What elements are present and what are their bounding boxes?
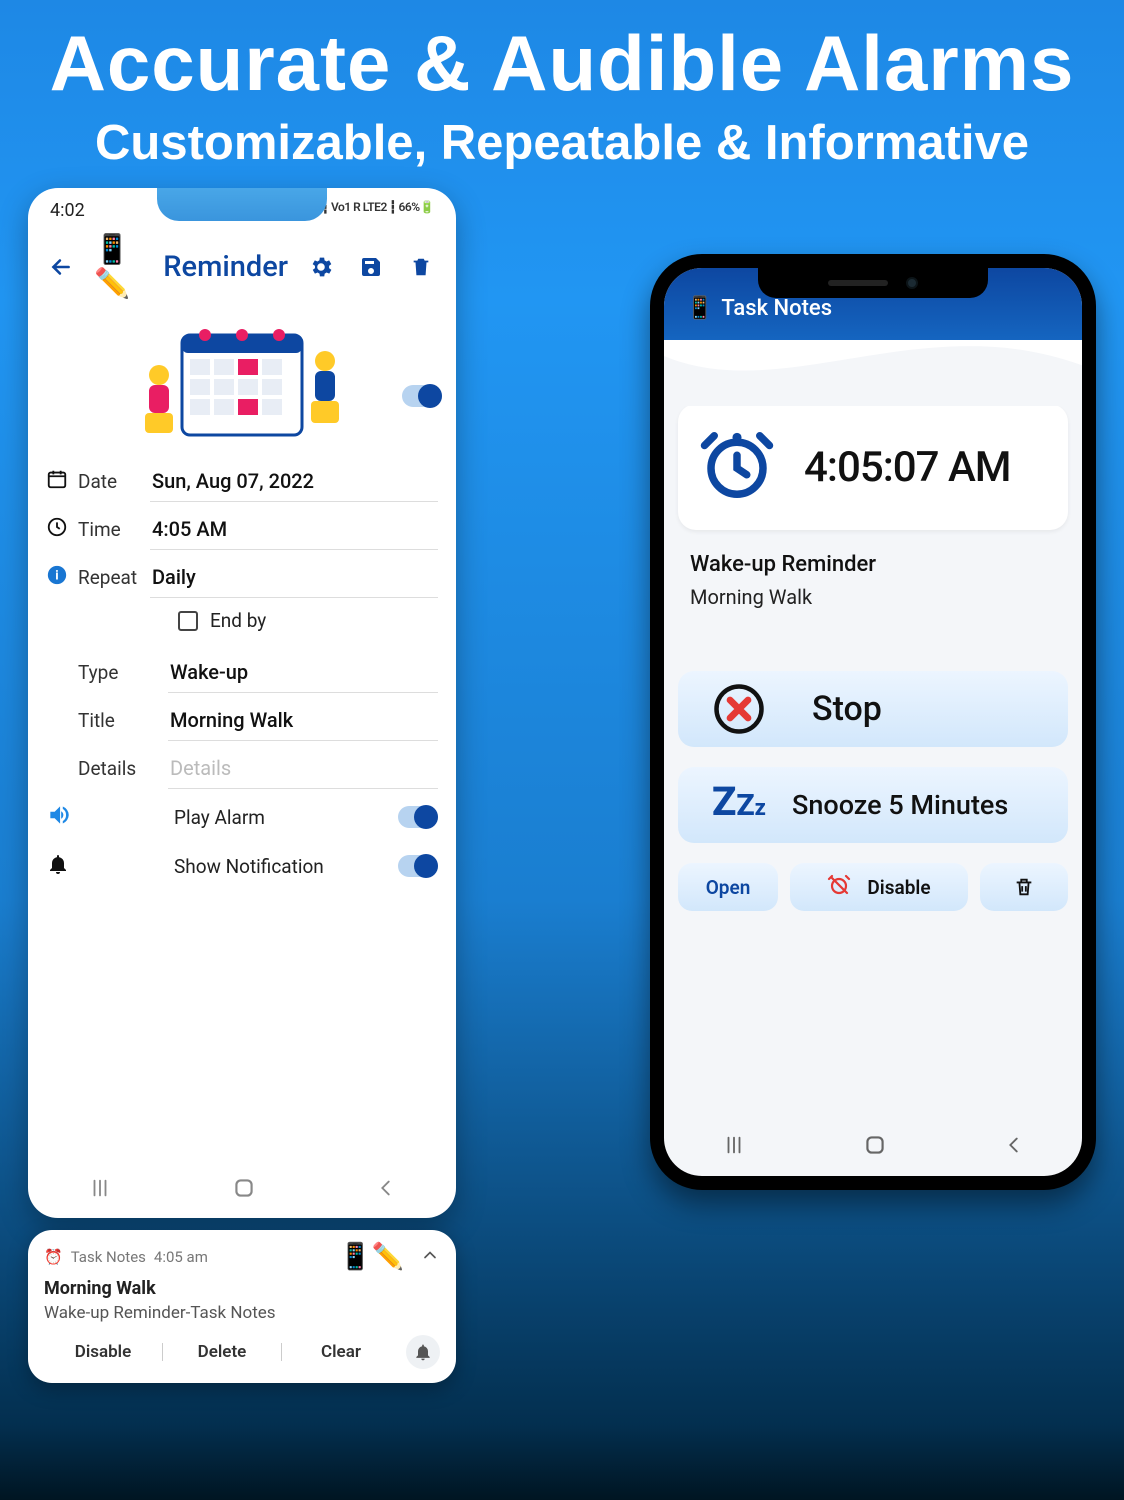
- android-nav: [664, 1132, 1082, 1162]
- notification-card[interactable]: ⏰ Task Notes 4:05 am 📱✏️ Morning Walk Wa…: [28, 1230, 456, 1383]
- notif-clear-button[interactable]: Clear: [282, 1342, 400, 1362]
- android-nav: [28, 1162, 456, 1218]
- bell-icon: [46, 852, 76, 880]
- alarm-off-icon: [827, 873, 851, 902]
- repeat-field[interactable]: Daily: [150, 557, 438, 598]
- phone-left: 4:02 Vo1 LTE1 ┇ Vo1 R LTE2 ┇ 66%🔋 📱✏️ Re…: [28, 188, 456, 1218]
- notch: [157, 188, 327, 221]
- stop-icon: [712, 682, 766, 736]
- show-notification-toggle[interactable]: [398, 855, 438, 877]
- time-label: Time: [78, 518, 121, 541]
- snooze-icon: ZZz: [712, 778, 766, 832]
- notif-disable-button[interactable]: Disable: [44, 1342, 162, 1362]
- chevron-up-icon[interactable]: [420, 1245, 440, 1269]
- svg-text:i: i: [55, 568, 58, 583]
- notif-app: Task Notes: [71, 1248, 146, 1266]
- app-icon: 📱: [686, 296, 713, 321]
- alarm-title-label: Morning Walk: [690, 585, 1056, 609]
- screen-title: 📱✏️ Reminder: [94, 233, 288, 301]
- phone-right-screen: 📱 Task Notes 4:05:07 AM Wake-up Reminder…: [664, 268, 1082, 1176]
- alarm-clock-icon: ⏰: [44, 1248, 63, 1266]
- details-field[interactable]: Details: [168, 748, 438, 789]
- endby-label: End by: [210, 609, 266, 632]
- back-button[interactable]: [44, 250, 78, 284]
- type-label: Type: [46, 661, 154, 684]
- app-title: Task Notes: [721, 296, 832, 321]
- endby-checkbox[interactable]: [178, 611, 198, 631]
- nav-home-icon[interactable]: [231, 1175, 257, 1205]
- play-alarm-toggle[interactable]: [398, 806, 438, 828]
- trash-button[interactable]: [980, 863, 1068, 911]
- date-field[interactable]: Sun, Aug 07, 2022: [150, 461, 438, 502]
- notif-delete-button[interactable]: Delete: [163, 1342, 281, 1362]
- time-field[interactable]: 4:05 AM: [150, 509, 438, 550]
- settings-button[interactable]: [304, 250, 338, 284]
- type-field[interactable]: Wake-up: [168, 652, 438, 693]
- nav-recent-icon[interactable]: [87, 1177, 113, 1203]
- stop-button[interactable]: Stop: [678, 671, 1068, 747]
- show-notification-label: Show Notification: [174, 855, 380, 878]
- reminder-illustration: [28, 313, 456, 455]
- notif-time: 4:05 am: [154, 1248, 208, 1266]
- disable-button[interactable]: Disable: [790, 863, 968, 911]
- play-alarm-label: Play Alarm: [174, 806, 380, 829]
- title-field[interactable]: Morning Walk: [168, 700, 438, 741]
- hero-title: Accurate & Audible Alarms: [0, 18, 1124, 109]
- repeat-label: Repeat: [78, 566, 137, 589]
- clock-icon: [46, 516, 68, 543]
- status-time: 4:02: [50, 200, 85, 221]
- calendar-icon: [46, 468, 68, 495]
- notif-desc: Wake-up Reminder-Task Notes: [44, 1303, 440, 1323]
- nav-back-icon[interactable]: [375, 1175, 397, 1205]
- phone-pencil-icon: 📱✏️: [94, 233, 153, 301]
- reminder-enabled-toggle[interactable]: [402, 385, 442, 407]
- snooze-button[interactable]: ZZz Snooze 5 Minutes: [678, 767, 1068, 843]
- save-button[interactable]: [354, 250, 388, 284]
- nav-home-icon[interactable]: [862, 1132, 888, 1162]
- alarm-card: 4:05:07 AM: [678, 404, 1068, 530]
- alarm-time: 4:05:07 AM: [804, 443, 1011, 492]
- notif-title: Morning Walk: [44, 1278, 440, 1299]
- delete-button[interactable]: [404, 250, 438, 284]
- device-notch: [758, 268, 988, 298]
- alarm-type-label: Wake-up Reminder: [690, 552, 1056, 577]
- alarm-clock-icon: [698, 426, 776, 508]
- date-label: Date: [78, 470, 117, 493]
- info-icon: i: [46, 564, 68, 591]
- notif-app-icon: 📱✏️: [339, 1242, 404, 1272]
- phone-right-frame: 📱 Task Notes 4:05:07 AM Wake-up Reminder…: [650, 254, 1096, 1190]
- nav-recent-icon[interactable]: [721, 1134, 747, 1160]
- title-label: Title: [46, 709, 154, 732]
- hero-subtitle: Customizable, Repeatable & Informative: [0, 115, 1124, 171]
- nav-back-icon[interactable]: [1003, 1132, 1025, 1162]
- notif-bell-button[interactable]: [406, 1335, 440, 1369]
- speaker-icon: [46, 802, 76, 832]
- details-label: Details: [46, 757, 154, 780]
- open-button[interactable]: Open: [678, 863, 778, 911]
